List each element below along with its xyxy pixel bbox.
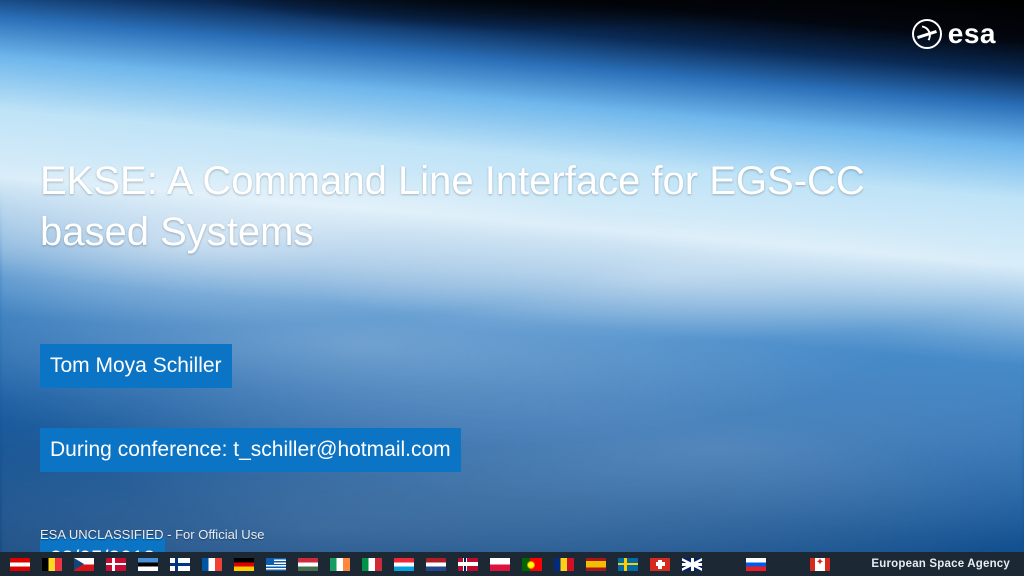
flag-it xyxy=(362,558,382,571)
flag-nl xyxy=(426,558,446,571)
esa-logo-mark-icon xyxy=(912,19,942,49)
flag-gb xyxy=(682,558,702,571)
flag-be xyxy=(42,558,62,571)
classification-label: ESA UNCLASSIFIED - For Official Use xyxy=(40,527,264,542)
flag-fi xyxy=(170,558,190,571)
footer-bar: European Space Agency xyxy=(0,552,1024,576)
flag-ie xyxy=(330,558,350,571)
flag-no xyxy=(458,558,478,571)
flag-es xyxy=(586,558,606,571)
flag-ch xyxy=(650,558,670,571)
flag-hu xyxy=(298,558,318,571)
flag-ro xyxy=(554,558,574,571)
flag-pt xyxy=(522,558,542,571)
flag-cz xyxy=(74,558,94,571)
author-name: Tom Moya Schiller xyxy=(40,344,232,388)
flag-si xyxy=(746,558,766,571)
slide: esa EKSE: A Command Line Interface for E… xyxy=(0,0,1024,576)
flag-blank xyxy=(778,558,798,571)
flag-se xyxy=(618,558,638,571)
agency-name: European Space Agency xyxy=(871,558,1010,570)
author-contact: During conference: t_schiller@hotmail.co… xyxy=(40,428,461,472)
esa-logo-text: esa xyxy=(948,18,996,50)
flag-lu xyxy=(394,558,414,571)
member-flags xyxy=(10,558,830,571)
slide-title: EKSE: A Command Line Interface for EGS-C… xyxy=(40,156,900,258)
flag-ee xyxy=(138,558,158,571)
flag-ca xyxy=(810,558,830,571)
flag-at xyxy=(10,558,30,571)
esa-logo: esa xyxy=(912,18,996,50)
flag-fr xyxy=(202,558,222,571)
flag-pl xyxy=(490,558,510,571)
flag-gr xyxy=(266,558,286,571)
flag-dk xyxy=(106,558,126,571)
flag-blank xyxy=(714,558,734,571)
flag-de xyxy=(234,558,254,571)
